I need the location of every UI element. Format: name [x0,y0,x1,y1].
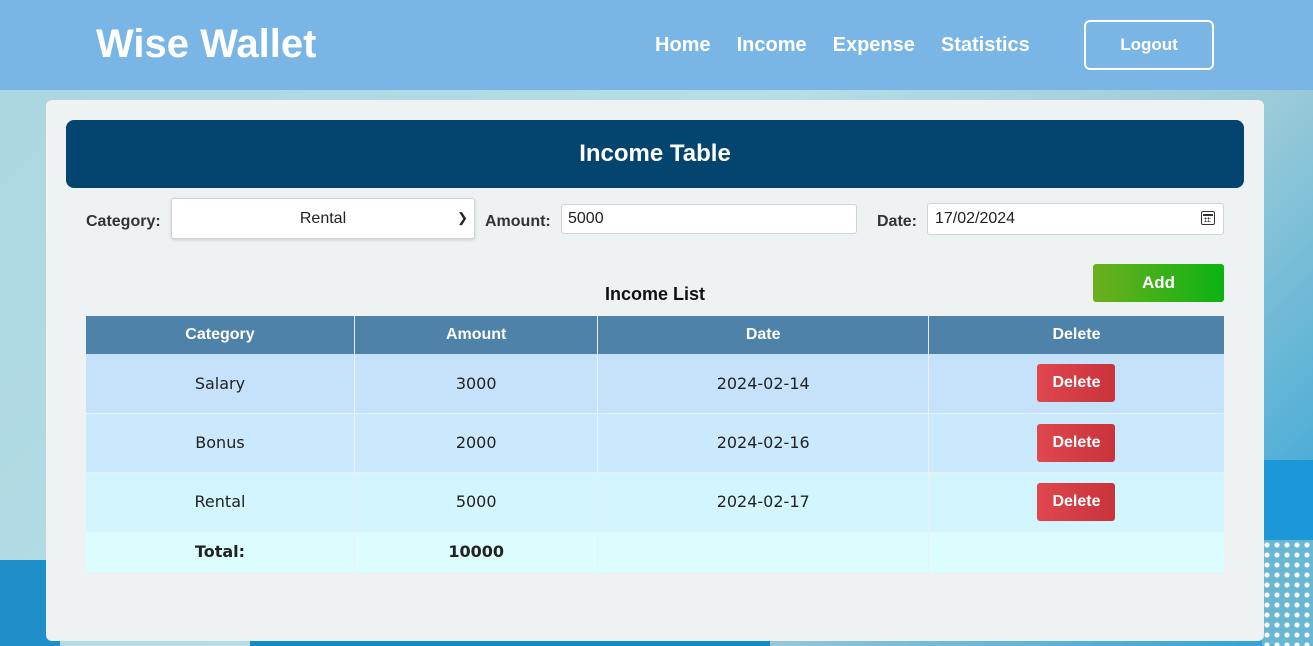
header-date: Date [597,316,929,354]
header-delete: Delete [928,316,1224,354]
cell-delete: Delete [928,472,1224,532]
cell-category: Bonus [86,413,355,473]
cell-date: 2024-02-16 [597,413,929,473]
date-input-value: 17/02/2024 [935,210,1016,227]
cell-date: 2024-02-14 [597,354,929,414]
income-list-title: Income List [604,284,706,304]
total-label: Total: [86,531,355,573]
cell-date: 2024-02-17 [597,472,929,532]
cell-amount: 2000 [354,413,599,473]
amount-input[interactable]: 5000 [561,204,857,234]
category-select-value: Rental [299,209,347,227]
table-row: Salary 3000 2024-02-14 Delete [86,354,1224,414]
table-header-row: Category Amount Date Delete [86,316,1224,354]
empty-cell [928,531,1224,573]
brand-logo[interactable]: Wise Wallet [96,22,316,67]
logout-button[interactable]: Logout [1084,20,1214,70]
cell-category: Rental [86,472,355,532]
delete-button[interactable]: Delete [1037,364,1116,403]
category-label: Category: [86,213,161,230]
calendar-icon[interactable] [1201,211,1215,225]
table-row: Rental 5000 2024-02-17 Delete [86,472,1224,532]
date-input[interactable]: 17/02/2024 [927,203,1224,235]
total-row: Total: 10000 [86,531,1224,573]
delete-button[interactable]: Delete [1037,482,1116,521]
table-row: Bonus 2000 2024-02-16 Delete [86,413,1224,473]
cell-delete: Delete [928,413,1224,473]
income-table: Category Amount Date Delete Salary 3000 … [86,316,1224,573]
nav-home[interactable]: Home [655,34,711,57]
total-value: 10000 [354,531,599,573]
nav-statistics[interactable]: Statistics [941,34,1030,57]
cell-amount: 3000 [354,354,599,414]
main-nav: Home Income Expense Statistics [655,34,1030,57]
income-panel: Income Table Category: Rental ❯ Amount: … [46,100,1264,641]
chevron-down-icon: ❯ [457,210,468,225]
delete-button[interactable]: Delete [1037,423,1116,462]
empty-cell [597,531,929,573]
cell-category: Salary [86,354,355,414]
header-category: Category [86,316,355,354]
top-navbar: Wise Wallet Home Income Expense Statisti… [0,0,1313,90]
nav-expense[interactable]: Expense [833,34,915,57]
cell-delete: Delete [928,354,1224,414]
nav-income[interactable]: Income [737,34,807,57]
cell-amount: 5000 [354,472,599,532]
date-label: Date: [877,213,918,230]
amount-label: Amount: [485,213,551,230]
category-select[interactable]: Rental ❯ [171,198,475,239]
background-decoration [1262,540,1313,646]
header-amount: Amount [354,316,599,354]
panel-title: Income Table [66,120,1244,188]
